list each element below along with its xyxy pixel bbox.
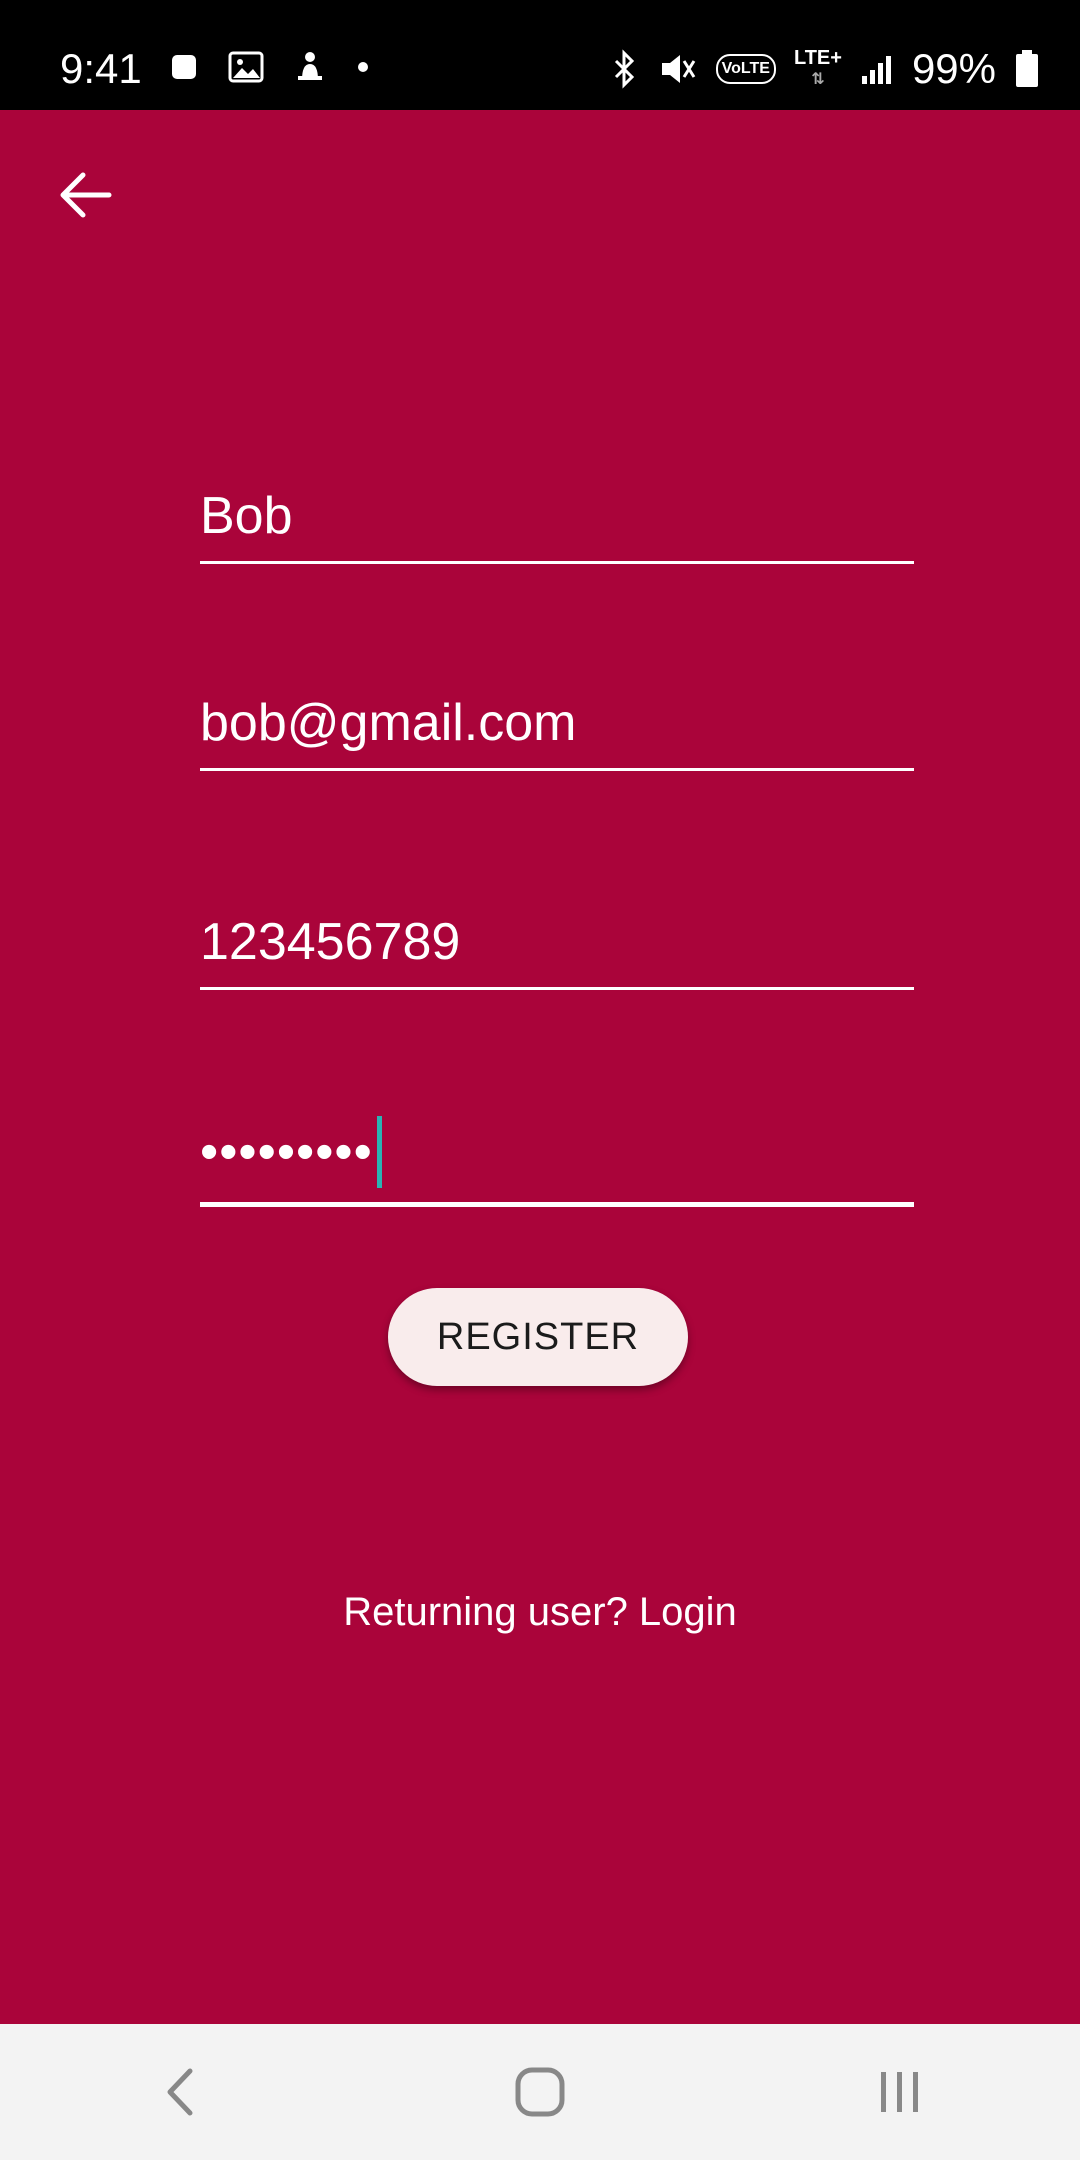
battery-percent: 99% [911, 45, 996, 92]
lte-icon: LTE+ ⇅ [793, 47, 842, 88]
register-button[interactable]: REGISTER [388, 1288, 688, 1386]
password-masked-value: ••••••••• [200, 1123, 373, 1181]
bluetooth-icon [614, 49, 634, 89]
status-right-icons: VoLTE LTE+ ⇅ 99% [610, 44, 1040, 94]
returning-user-login-link[interactable]: Returning user? Login [0, 1590, 1080, 1635]
name-field[interactable] [200, 485, 914, 564]
text-caret [376, 1116, 382, 1188]
nav-back-button[interactable] [120, 2042, 240, 2142]
dot-icon [358, 62, 368, 72]
nav-recents-button[interactable] [840, 2042, 960, 2142]
home-icon [515, 2067, 565, 2117]
back-icon [167, 2068, 193, 2116]
volte-icon: VoLTE [715, 54, 776, 84]
signal-icon [861, 56, 891, 84]
register-screen: ••••••••• REGISTER Returning user? Login [0, 110, 1080, 2024]
recents-icon [881, 2072, 918, 2112]
lte-label: LTE+ [793, 47, 842, 69]
status-left-icons [170, 50, 370, 84]
status-bar: 9:41 VoLTE LTE+ ⇅ 99% [0, 0, 1080, 110]
mute-icon [661, 55, 695, 83]
email-input[interactable] [200, 693, 914, 753]
back-button[interactable] [50, 160, 120, 230]
password-input[interactable]: ••••••••• [200, 1116, 914, 1188]
name-input[interactable] [200, 486, 914, 546]
email-field[interactable] [200, 692, 914, 771]
image-icon [228, 51, 264, 83]
nav-home-button[interactable] [480, 2042, 600, 2142]
password-field[interactable]: ••••••••• [200, 1116, 914, 1207]
app-square-icon [172, 55, 196, 79]
notification-icon [298, 52, 322, 80]
phone-field[interactable] [200, 911, 914, 990]
volte-label: VoLTE [721, 60, 770, 77]
navigation-bar [0, 2024, 1080, 2160]
phone-input[interactable] [200, 912, 914, 972]
arrow-left-icon [60, 172, 112, 218]
status-time: 9:41 [60, 45, 142, 92]
battery-icon [1016, 50, 1038, 87]
